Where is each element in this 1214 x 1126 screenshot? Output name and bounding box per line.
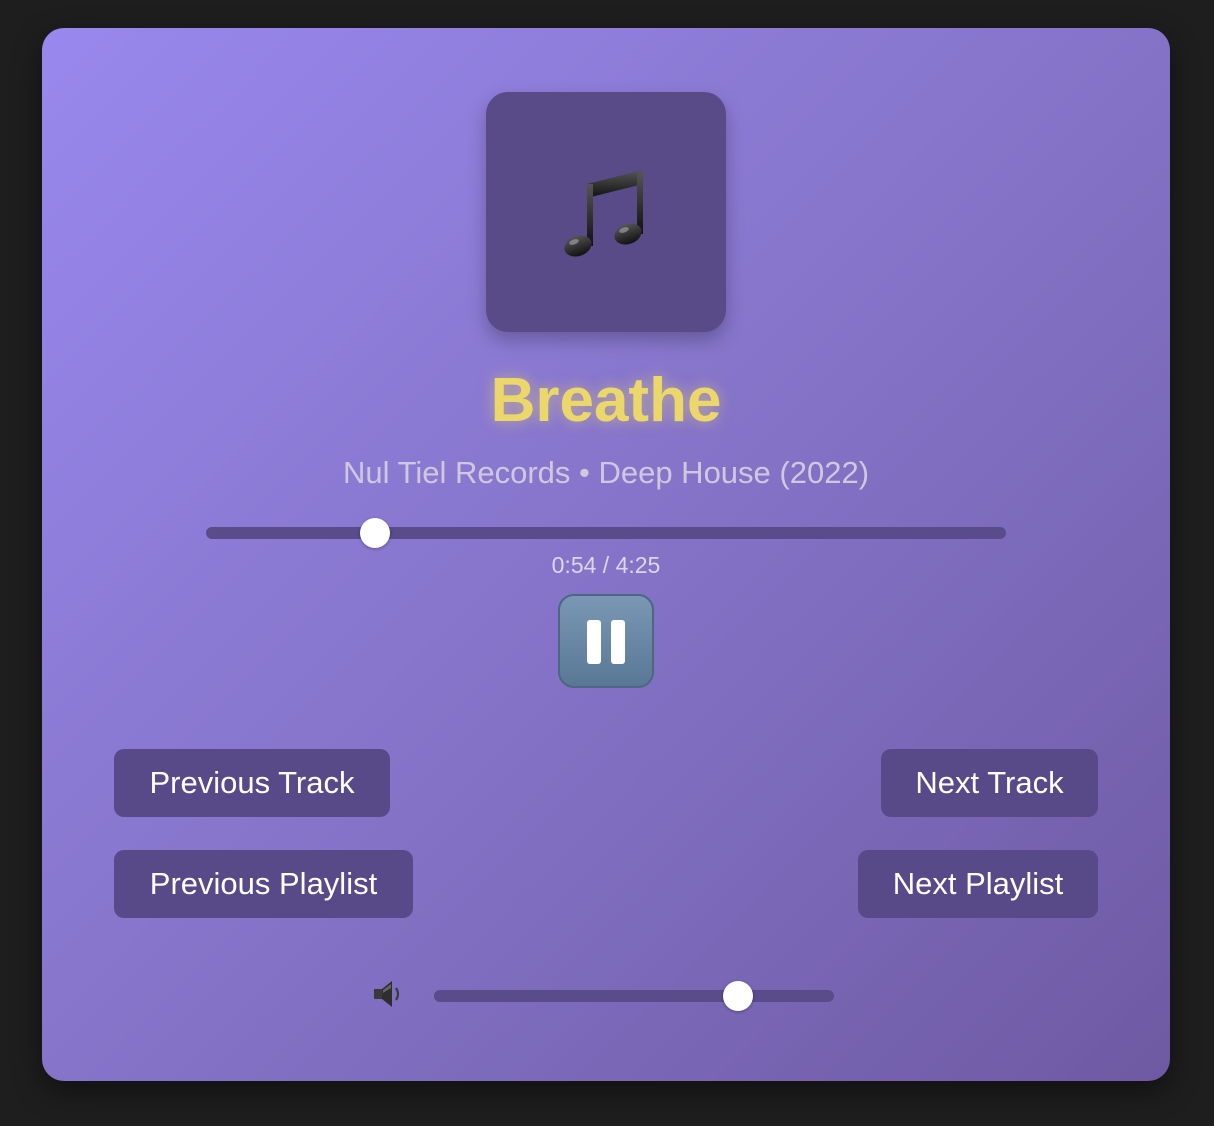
progress-slider-thumb[interactable] xyxy=(360,518,391,548)
track-title: Breathe xyxy=(490,366,722,435)
pause-bar-right xyxy=(611,620,625,664)
progress-slider[interactable] xyxy=(206,518,1006,548)
time-display: 0:54 / 4:25 xyxy=(551,552,661,578)
pause-bar-left xyxy=(587,620,601,664)
track-subtitle: Nul Tiel Records • Deep House (2022) xyxy=(342,455,870,490)
speaker-icon xyxy=(374,981,400,1007)
volume-slider[interactable] xyxy=(434,981,834,1011)
music-notes-icon xyxy=(564,170,643,257)
previous-track-button[interactable]: Previous Track xyxy=(114,749,390,817)
pause-button[interactable] xyxy=(558,594,654,688)
previous-playlist-button[interactable]: Previous Playlist xyxy=(114,850,413,918)
next-playlist-button[interactable]: Next Playlist xyxy=(858,850,1098,918)
music-player: Breathe Nul Tiel Records • Deep House (2… xyxy=(42,28,1170,1081)
album-art xyxy=(486,92,726,332)
next-track-button[interactable]: Next Track xyxy=(881,749,1098,817)
volume-slider-thumb[interactable] xyxy=(723,981,753,1011)
